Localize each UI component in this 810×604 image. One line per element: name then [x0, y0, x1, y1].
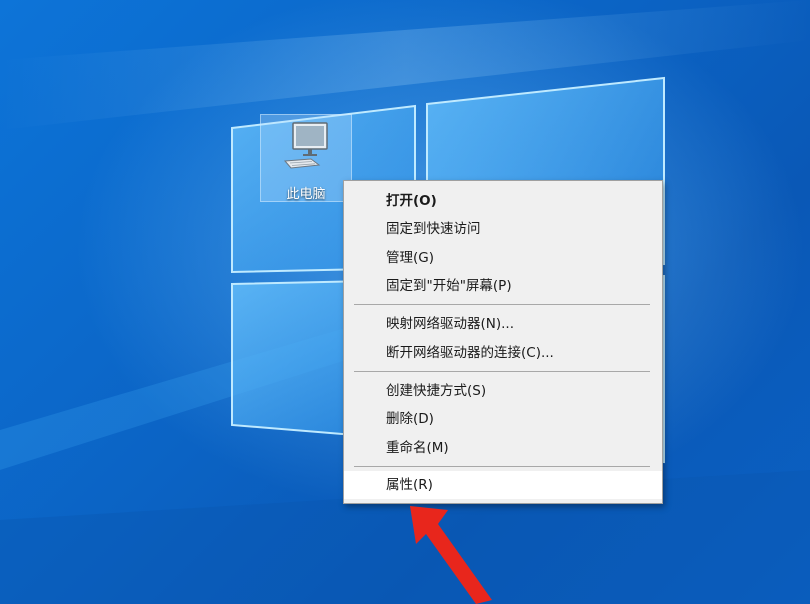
menu-separator: [354, 466, 650, 467]
desktop-background: 此电脑 打开(O) 固定到快速访问 管理(G) 固定到"开始"屏幕(P) 映射网…: [0, 0, 810, 604]
menu-item-rename[interactable]: 重命名(M): [344, 434, 662, 462]
computer-icon: [283, 122, 328, 169]
menu-item-pin-quick-access[interactable]: 固定到快速访问: [344, 215, 662, 243]
menu-item-create-shortcut[interactable]: 创建快捷方式(S): [344, 377, 662, 405]
context-menu: 打开(O) 固定到快速访问 管理(G) 固定到"开始"屏幕(P) 映射网络驱动器…: [343, 180, 663, 504]
menu-separator: [354, 304, 650, 305]
menu-item-delete[interactable]: 删除(D): [344, 405, 662, 433]
menu-item-manage[interactable]: 管理(G): [344, 244, 662, 272]
menu-item-open[interactable]: 打开(O): [344, 187, 662, 215]
menu-item-disconnect-network-drive[interactable]: 断开网络驱动器的连接(C)...: [344, 339, 662, 367]
menu-item-properties[interactable]: 属性(R): [344, 471, 662, 499]
this-pc-label: 此电脑: [286, 187, 326, 202]
menu-item-pin-start[interactable]: 固定到"开始"屏幕(P): [344, 272, 662, 300]
menu-item-map-network-drive[interactable]: 映射网络驱动器(N)...: [344, 310, 662, 338]
red-arrow-icon: [410, 506, 492, 604]
menu-separator: [354, 371, 650, 372]
this-pc-desktop-icon[interactable]: 此电脑: [260, 114, 352, 202]
